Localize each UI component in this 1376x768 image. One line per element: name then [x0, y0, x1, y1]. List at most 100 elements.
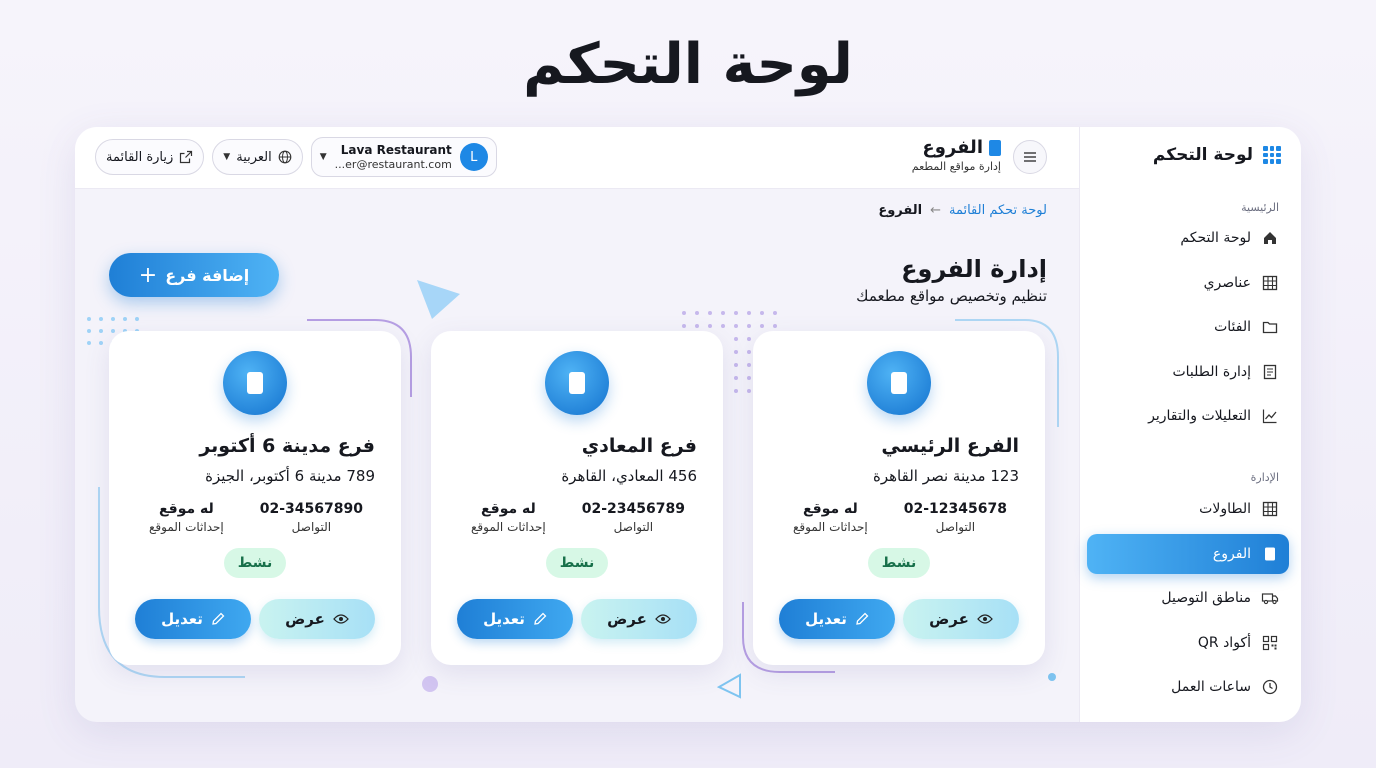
edit-button[interactable]: تعديل [457, 599, 573, 639]
branch-phone-label: التواصل [291, 520, 332, 534]
document-icon [989, 139, 1001, 156]
sidebar-nav-main: لوحة التحكم عناصري الفئات إدارة الطلبات [1087, 218, 1289, 441]
branch-location-block: له موقع إحداثات الموقع [149, 501, 224, 534]
sidebar-item-my-items[interactable]: عناصري [1087, 263, 1289, 303]
chevron-down-icon: ▼ [223, 152, 231, 162]
sidebar-item-working-hours[interactable]: ساعات العمل [1087, 667, 1289, 707]
view-button[interactable]: عرض [581, 599, 697, 639]
branch-phone: 02-34567890 [259, 501, 363, 517]
branch-address: 456 المعادي، القاهرة [561, 467, 697, 485]
edit-button[interactable]: تعديل [779, 599, 895, 639]
clock-icon [1261, 678, 1279, 696]
header-actions: زيارة القائمة العربية ▼ L Lava Restauran… [95, 137, 497, 177]
folder-icon [1261, 318, 1279, 336]
breadcrumb-link[interactable]: لوحة تحكم القائمة [949, 203, 1047, 218]
branch-location-label: إحداثات الموقع [471, 520, 546, 534]
user-menu[interactable]: L Lava Restaurant ...er@restaurant.com ▼ [310, 137, 497, 177]
visit-menu-button[interactable]: زيارة القائمة [95, 139, 205, 175]
orders-icon [1261, 363, 1279, 381]
header-title-block: الفروع إدارة مواقع المطعم [912, 137, 1001, 173]
pencil-icon [212, 612, 225, 625]
header-title: الفروع [922, 137, 983, 158]
branch-phone-block: 02-12345678 التواصل [904, 501, 1007, 534]
branch-name: فرع المعادي [581, 435, 697, 457]
sidebar-item-analytics[interactable]: التعليلات والتقارير [1087, 396, 1289, 436]
sidebar-item-tables[interactable]: الطاولات [1087, 489, 1289, 529]
edit-label: تعديل [483, 610, 525, 628]
breadcrumb-current: الفروع [878, 203, 923, 218]
branch-phone: 02-12345678 [903, 501, 1007, 517]
arrow-left-icon: ← [930, 203, 941, 218]
add-branch-button[interactable]: إضافة فرع + [109, 253, 279, 297]
section-label-main: الرئيسية [1241, 201, 1279, 214]
pencil-icon [856, 612, 869, 625]
grid-icon [1263, 146, 1281, 164]
home-icon [1261, 229, 1279, 247]
status-badge: نشط [224, 548, 286, 578]
branch-card: الفرع الرئيسي 123 مدينة نصر القاهرة 02-1… [753, 331, 1045, 665]
sidebar-item-branches[interactable]: الفروع [1087, 533, 1289, 574]
sidebar-item-label: الفئات [1214, 319, 1251, 336]
chevron-down-icon: ▼ [319, 152, 327, 162]
branch-icon [545, 351, 609, 415]
external-link-icon [180, 150, 193, 164]
branch-card: فرع المعادي 456 المعادي، القاهرة 02-2345… [431, 331, 723, 665]
sidebar-item-categories[interactable]: الفئات [1087, 307, 1289, 347]
view-label: عرض [607, 610, 647, 628]
branch-phone-block: 02-23456789 التواصل [582, 501, 685, 534]
branch-phone-label: التواصل [613, 520, 654, 534]
branch-phone: 02-23456789 [581, 501, 685, 517]
visit-menu-label: زيارة القائمة [106, 149, 174, 165]
branch-location-label: إحداثات الموقع [149, 520, 224, 534]
sidebar-item-label: إدارة الطلبات [1172, 363, 1251, 380]
branch-location: له موقع [158, 501, 214, 517]
sidebar-item-qr-codes[interactable]: أكواد QR [1087, 623, 1289, 663]
sidebar: لوحة التحكم الرئيسية لوحة التحكم عناصري [1079, 127, 1301, 722]
truck-icon [1261, 589, 1279, 607]
edit-button[interactable]: تعديل [135, 599, 251, 639]
sidebar-item-dashboard[interactable]: لوحة التحكم [1087, 218, 1289, 258]
branch-address: 123 مدينة نصر القاهرة [873, 467, 1019, 485]
header-subtitle: إدارة مواقع المطعم [911, 160, 1001, 173]
avatar: L [459, 143, 488, 171]
sidebar-item-label: ساعات العمل [1171, 679, 1251, 696]
add-branch-label: إضافة فرع [165, 265, 250, 285]
globe-icon [278, 150, 292, 164]
language-label: العربية [236, 149, 272, 165]
sidebar-item-label: الفروع [1212, 545, 1251, 562]
eye-icon [333, 614, 349, 624]
breadcrumb: لوحة تحكم القائمة ← الفروع [878, 203, 1047, 218]
language-selector[interactable]: العربية ▼ [212, 139, 303, 175]
eye-icon [977, 614, 993, 624]
sidebar-nav-admin: الطاولات الفروع مناطق التوصيل أكواد QR س… [1087, 489, 1289, 712]
app-window: لوحة التحكم الرئيسية لوحة التحكم عناصري [75, 127, 1301, 722]
sidebar-item-label: عناصري [1203, 274, 1251, 291]
edit-label: تعديل [805, 610, 847, 628]
sidebar-item-label: التعليلات والتقارير [1148, 408, 1251, 425]
table-icon [1261, 500, 1279, 518]
menu-toggle-button[interactable] [1013, 140, 1047, 174]
branch-address: 789 مدينة 6 أكتوبر، الجيزة [205, 467, 375, 485]
eye-icon [655, 614, 671, 624]
branch-card: فرع مدينة 6 أكتوبر 789 مدينة 6 أكتوبر، ا… [109, 331, 401, 665]
page-heading-block: إدارة الفروع تنظيم وتخصيص مواقع مطعمك [856, 255, 1047, 305]
view-button[interactable]: عرض [259, 599, 375, 639]
table-icon [1261, 274, 1279, 292]
status-badge: نشط [546, 548, 608, 578]
edit-label: تعديل [161, 610, 203, 628]
branch-location-block: له موقع إحداثات الموقع [471, 501, 546, 534]
view-button[interactable]: عرض [903, 599, 1019, 639]
top-header: الفروع إدارة مواقع المطعم زيارة القائمة … [75, 127, 1079, 189]
branch-name: فرع مدينة 6 أكتوبر [199, 435, 375, 457]
page-title: لوحة التحكم [523, 32, 853, 97]
sidebar-item-delivery-zones[interactable]: مناطق التوصيل [1087, 578, 1289, 618]
branch-phone-label: التواصل [935, 520, 976, 534]
status-badge: نشط [868, 548, 930, 578]
branch-location-label: إحداثات الموقع [793, 520, 868, 534]
sidebar-brand-label: لوحة التحكم [1152, 145, 1253, 165]
page-heading: إدارة الفروع [901, 255, 1047, 283]
sidebar-brand[interactable]: لوحة التحكم [1153, 145, 1281, 165]
sidebar-item-label: أكواد QR [1197, 634, 1251, 651]
branch-icon [223, 351, 287, 415]
sidebar-item-orders[interactable]: إدارة الطلبات [1087, 352, 1289, 392]
